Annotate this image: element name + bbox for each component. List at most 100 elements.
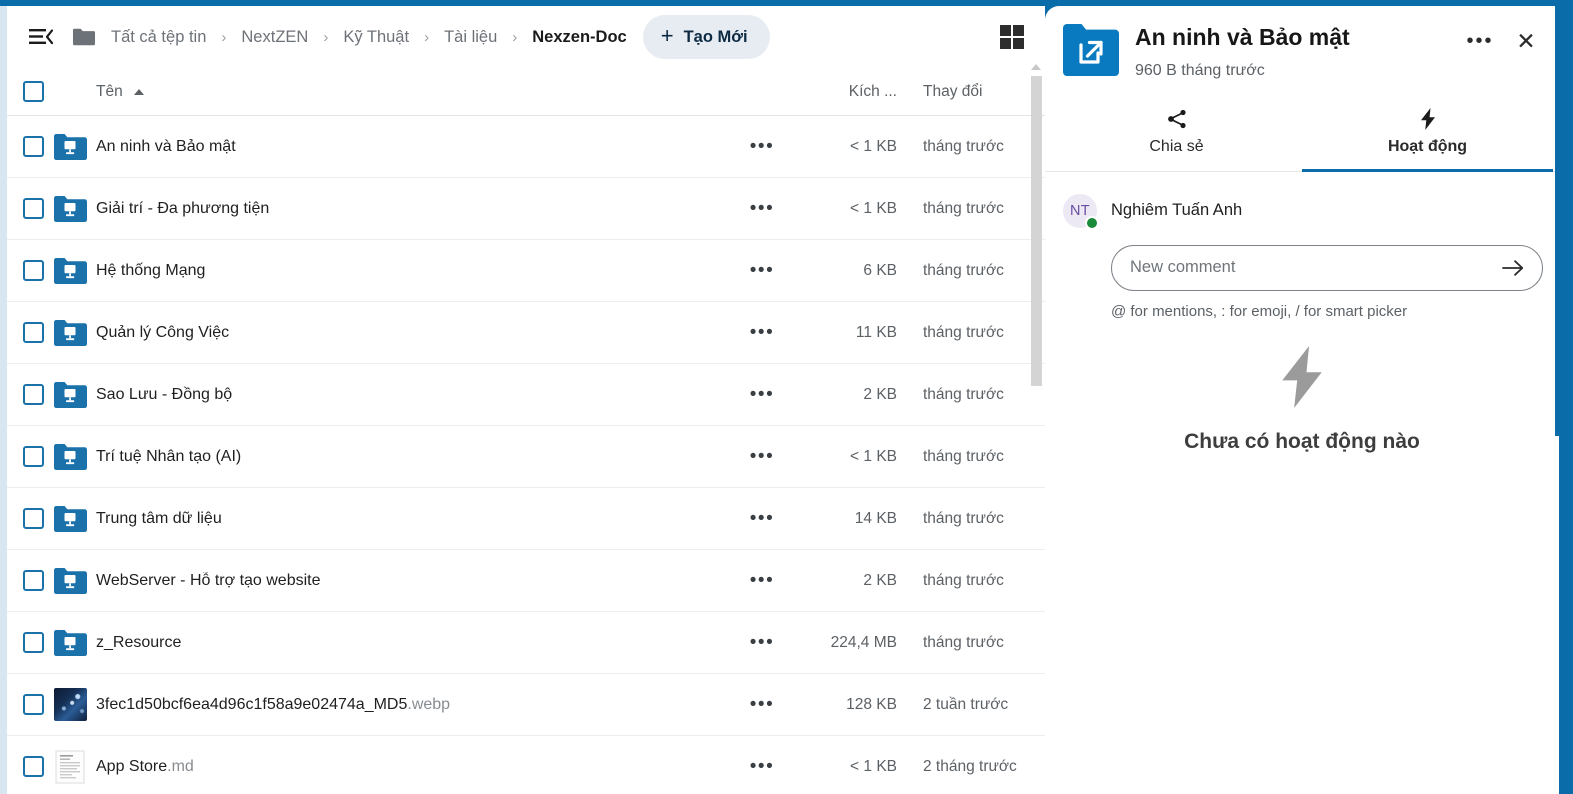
row-checkbox[interactable] (23, 508, 44, 529)
file-modified: tháng trước (923, 447, 1004, 465)
file-name-base: An ninh và Bảo mật (96, 137, 236, 155)
file-name-base: Sao Lưu - Đồng bộ (96, 385, 233, 403)
folder-icon[interactable] (73, 28, 95, 46)
sidebar-toggle-button[interactable] (23, 19, 59, 55)
column-header-size[interactable]: Kích ... (789, 83, 901, 101)
folder-external-icon (54, 443, 87, 470)
more-horizontal-icon: ••• (749, 384, 775, 405)
file-name[interactable]: Quản lý Công Việc (96, 324, 735, 342)
row-checkbox[interactable] (23, 446, 44, 467)
row-actions-button[interactable]: ••• (735, 509, 789, 528)
file-row[interactable]: 3fec1d50bcf6ea4d96c1f58a9e02474a_MD5.web… (7, 674, 1045, 736)
more-horizontal-icon: ••• (749, 446, 775, 467)
file-row[interactable]: WebServer - Hỗ trợ tạo website ••• 2 KB thá… (7, 550, 1045, 612)
folder-external-icon (54, 629, 87, 656)
folder-external-icon (54, 195, 87, 222)
file-name[interactable]: Sao Lưu - Đồng bộ (96, 386, 735, 404)
file-name-base: Quản lý Công Việc (96, 323, 230, 341)
row-checkbox[interactable] (23, 198, 44, 219)
file-row[interactable]: Sao Lưu - Đồng bộ ••• 2 KB tháng trước (7, 364, 1045, 426)
column-header-modified[interactable]: Thay đổi (901, 83, 1031, 101)
file-name-base: Trung tâm dữ liệu (96, 509, 222, 527)
folder-external-icon (54, 133, 87, 160)
file-name[interactable]: Trí tuệ Nhân tạo (AI) (96, 448, 735, 466)
file-name[interactable]: WebServer - Hỗ trợ tạo website (96, 572, 735, 590)
plus-icon: + (660, 23, 674, 48)
row-checkbox[interactable] (23, 384, 44, 405)
row-actions-button[interactable]: ••• (735, 323, 789, 342)
row-checkbox[interactable] (23, 756, 44, 777)
file-row[interactable]: Giải trí - Đa phương tiện ••• < 1 KB tháng … (7, 178, 1045, 240)
row-checkbox[interactable] (23, 632, 44, 653)
new-button[interactable]: + Tạo Mới (642, 15, 770, 59)
file-name[interactable]: Trung tâm dữ liệu (96, 510, 735, 528)
file-name[interactable]: An ninh và Bảo mật (96, 138, 735, 156)
comment-input-wrapper[interactable] (1111, 244, 1543, 291)
file-row[interactable]: An ninh và Bảo mật ••• < 1 KB tháng trước (7, 116, 1045, 178)
row-actions-button[interactable]: ••• (735, 447, 789, 466)
breadcrumb-item-2[interactable]: Kỹ Thuật (341, 25, 411, 50)
markdown-file-icon (55, 750, 85, 783)
row-checkbox[interactable] (23, 570, 44, 591)
grid-view-toggle-button[interactable] (995, 20, 1029, 54)
avatar[interactable]: NT (1063, 193, 1099, 230)
file-size: 2 KB (863, 385, 897, 403)
activity-empty-state: Chưa có hoạt động nào (1045, 345, 1559, 454)
more-horizontal-icon: ••• (749, 508, 775, 529)
file-modified: tháng trước (923, 509, 1004, 527)
select-all-checkbox[interactable] (23, 81, 44, 102)
file-name[interactable]: Hệ thống Mạng (96, 262, 735, 280)
folder-external-icon (54, 319, 87, 346)
file-name[interactable]: 3fec1d50bcf6ea4d96c1f58a9e02474a_MD5.web… (96, 696, 735, 714)
row-checkbox[interactable] (23, 260, 44, 281)
row-actions-button[interactable]: ••• (735, 757, 789, 776)
row-actions-button[interactable]: ••• (735, 695, 789, 714)
breadcrumb-separator: › (424, 28, 430, 46)
breadcrumb-separator: › (221, 28, 227, 46)
row-actions-button[interactable]: ••• (735, 199, 789, 218)
comment-input[interactable] (1130, 258, 1498, 278)
row-actions-button[interactable]: ••• (735, 385, 789, 404)
file-row[interactable]: Trí tuệ Nhân tạo (AI) ••• < 1 KB tháng trướ… (7, 426, 1045, 488)
breadcrumb-item-0[interactable]: Tất cả tệp tin (109, 25, 208, 50)
row-checkbox[interactable] (23, 322, 44, 343)
avatar-initials: NT (1070, 202, 1090, 219)
file-name[interactable]: Giải trí - Đa phương tiện (96, 200, 735, 218)
tab-chia-se[interactable]: Chia sẻ (1051, 98, 1302, 172)
file-row[interactable]: App Store.md ••• < 1 KB 2 tháng trước (7, 736, 1045, 794)
details-more-actions-button[interactable]: ••• (1463, 24, 1497, 58)
breadcrumb-item-1[interactable]: NextZEN (239, 25, 310, 50)
file-row[interactable]: Quản lý Công Việc ••• 11 KB tháng trước (7, 302, 1045, 364)
tab-hoat-dong[interactable]: Hoạt động (1302, 98, 1553, 172)
file-name-base: App Store (96, 757, 168, 775)
row-actions-button[interactable]: ••• (735, 261, 789, 280)
more-horizontal-icon: ••• (749, 136, 775, 157)
file-row[interactable]: Hệ thống Mạng ••• 6 KB tháng trước (7, 240, 1045, 302)
details-sidebar-scrollbar-thumb[interactable] (1555, 6, 1559, 436)
row-checkbox[interactable] (23, 694, 44, 715)
file-name[interactable]: App Store.md (96, 758, 735, 776)
more-horizontal-icon: ••• (749, 694, 775, 715)
more-horizontal-icon: ••• (749, 322, 775, 343)
files-main-pane: Tất cả tệp tin › NextZEN › Kỹ Thuật › Tà… (7, 6, 1045, 794)
details-close-button[interactable]: ✕ (1509, 24, 1543, 58)
breadcrumb-item-3[interactable]: Tài liệu (442, 25, 499, 50)
window-right-accent-strip (1559, 0, 1573, 794)
row-checkbox[interactable] (23, 136, 44, 157)
file-row[interactable]: Trung tâm dữ liệu ••• 14 KB tháng trước (7, 488, 1045, 550)
file-icon-cell (44, 505, 96, 533)
row-actions-button[interactable]: ••• (735, 137, 789, 156)
row-actions-button[interactable]: ••• (735, 633, 789, 652)
row-actions-button[interactable]: ••• (735, 571, 789, 590)
comment-submit-button[interactable] (1498, 253, 1528, 283)
breadcrumb-separator: › (323, 28, 329, 46)
file-list-scrollbar-thumb[interactable] (1031, 76, 1042, 386)
column-header-name[interactable]: Tên (44, 83, 789, 101)
file-modified: tháng trước (923, 571, 1004, 589)
new-button-label: Tạo Mới (683, 27, 748, 46)
file-name[interactable]: z_Resource (96, 634, 735, 652)
app-window: Tất cả tệp tin › NextZEN › Kỹ Thuật › Tà… (0, 0, 1573, 794)
breadcrumb-bar: Tất cả tệp tin › NextZEN › Kỹ Thuật › Tà… (7, 6, 1045, 68)
close-icon: ✕ (1516, 27, 1536, 54)
file-row[interactable]: z_Resource ••• 224,4 MB tháng trước (7, 612, 1045, 674)
